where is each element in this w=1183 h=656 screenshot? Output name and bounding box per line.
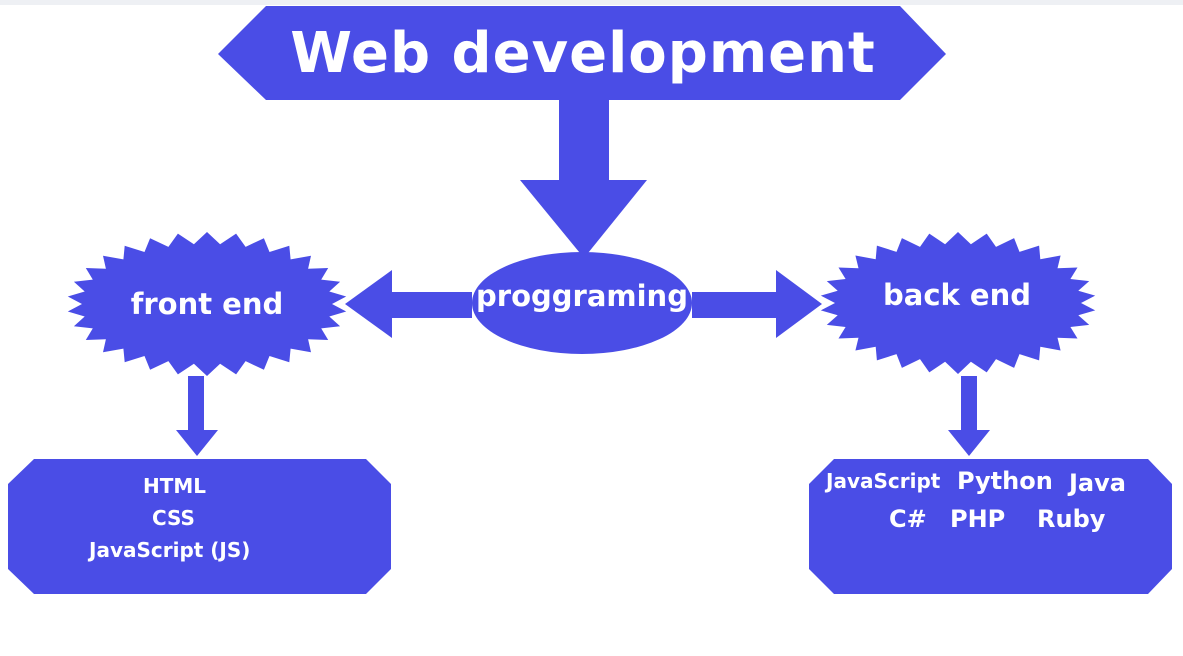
back-end-item-java: Java [1069,469,1126,497]
back-end-item-csharp: C# [889,505,927,533]
front-end-label: front end [130,287,284,321]
diagram-title: Web development [290,21,876,86]
arrow-front-end-down [176,376,218,456]
back-end-item-php: PHP [950,505,1006,533]
back-end-label: back end [883,278,1031,312]
arrow-title-to-programming [520,100,647,258]
arrow-to-front-end [345,270,472,338]
back-end-item-python: Python [957,467,1053,495]
arrow-back-end-down [948,376,990,456]
back-end-item-ruby: Ruby [1037,505,1106,533]
front-end-item-html: HTML [143,474,207,498]
front-end-item-css: CSS [152,506,195,530]
back-end-item-javascript: JavaScript [826,469,941,493]
programming-label: proggraming [476,279,688,313]
arrow-to-back-end [692,270,822,338]
front-end-item-javascript: JavaScript (JS) [89,538,251,562]
